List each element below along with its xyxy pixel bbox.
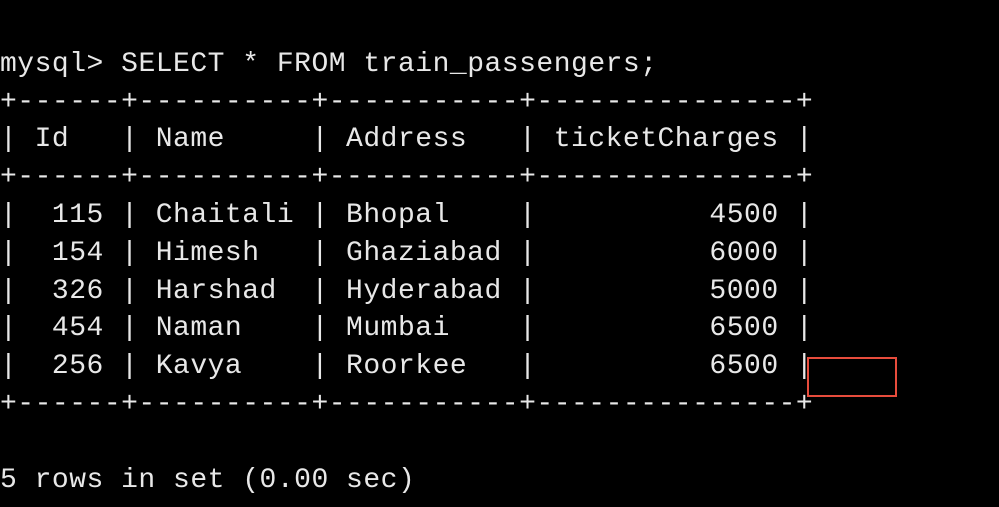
table-row: | 115 | Chaitali | Bhopal | 4500 | [0, 200, 813, 231]
prompt-line: mysql> SELECT * FROM train_passengers; [0, 49, 658, 80]
table-header-row: | Id | Name | Address | ticketCharges | [0, 124, 813, 155]
mysql-terminal-output: mysql> SELECT * FROM train_passengers; +… [0, 8, 999, 499]
sql-query: SELECT * FROM train_passengers; [121, 49, 657, 80]
table-border-mid: +------+----------+-----------+---------… [0, 162, 813, 193]
table-row: | 326 | Harshad | Hyderabad | 5000 | [0, 276, 813, 307]
mysql-prompt: mysql> [0, 49, 104, 80]
table-border-bottom: +------+----------+-----------+---------… [0, 389, 813, 420]
table-row: | 256 | Kavya | Roorkee | 6500 | [0, 351, 813, 382]
table-border-top: +------+----------+-----------+---------… [0, 87, 813, 118]
table-row: | 454 | Naman | Mumbai | 6500 | [0, 313, 813, 344]
terminal-container: mysql> SELECT * FROM train_passengers; +… [0, 8, 999, 499]
result-footer: 5 rows in set (0.00 sec) [0, 465, 415, 496]
table-row: | 154 | Himesh | Ghaziabad | 6000 | [0, 238, 813, 269]
